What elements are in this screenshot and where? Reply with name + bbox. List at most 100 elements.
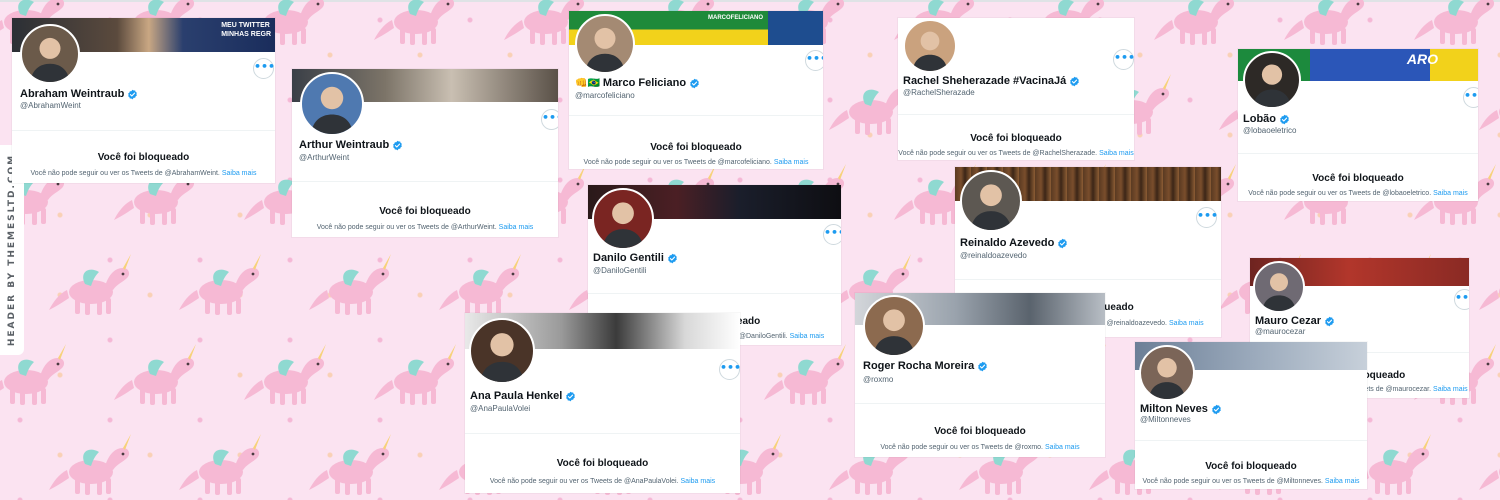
- profile-name: Danilo Gentili: [593, 252, 678, 264]
- profile-name-text: Milton Neves: [1140, 403, 1208, 415]
- profile-name: Rachel Sheherazade #VacinaJá: [903, 75, 1080, 87]
- profile-name: Lobão: [1243, 113, 1290, 125]
- profile-name-text: Rachel Sheherazade #VacinaJá: [903, 75, 1067, 87]
- more-options-button[interactable]: •••: [805, 50, 823, 71]
- profile-handle: @DaniloGentili: [593, 266, 647, 275]
- learn-more-link[interactable]: Saiba mais: [681, 478, 716, 485]
- verified-badge-icon: [689, 78, 700, 89]
- learn-more-link[interactable]: Saiba mais: [774, 159, 809, 166]
- blocked-title: Você foi bloqueado: [934, 426, 1026, 437]
- unicorn-icon: [760, 340, 852, 410]
- learn-more-link[interactable]: Saiba mais: [499, 224, 534, 231]
- blocked-title: Você foi bloqueado: [556, 458, 649, 469]
- unicorn-icon: [1410, 0, 1500, 50]
- profile-handle: @reinaldoazevedo: [960, 251, 1027, 260]
- banner-caption: MARCOFELICIANO: [708, 15, 763, 21]
- more-options-button[interactable]: •••: [719, 359, 740, 380]
- unicorn-icon: [1150, 0, 1242, 50]
- more-options-button[interactable]: •••: [1196, 207, 1218, 228]
- verified-badge-icon: [565, 391, 576, 402]
- blocked-message: Você não pode seguir ou ver os Tweets de…: [292, 224, 558, 231]
- divider: [1238, 153, 1478, 154]
- blocked-message-text: Você não pode seguir ou ver os Tweets de…: [489, 478, 679, 485]
- unicorn-icon: [435, 250, 527, 320]
- profile-name: Mauro Cezar: [1255, 315, 1335, 327]
- unicorn-icon: [1475, 250, 1500, 320]
- profile-name-text: Mauro Cezar: [1255, 315, 1322, 327]
- avatar[interactable]: [592, 188, 654, 250]
- blocked-message-text: Você não pode seguir ou ver os Tweets de…: [1142, 478, 1323, 485]
- divider: [855, 403, 1105, 404]
- unicorn-icon: [1280, 0, 1372, 50]
- profile-handle: @roxmo: [863, 375, 894, 384]
- learn-more-link[interactable]: Saiba mais: [1325, 478, 1360, 485]
- blocked-message: Você não pode seguir ou ver os Tweets de…: [898, 150, 1134, 157]
- more-options-button[interactable]: •••: [253, 58, 275, 79]
- blocked-title: Você foi bloqueado: [970, 133, 1062, 144]
- banner-portrait: [768, 11, 823, 45]
- blocked-message-text: Você não pode seguir ou ver os Tweets de…: [898, 150, 1098, 157]
- profile-handle: @marcofeliciano: [575, 91, 635, 100]
- profile-name: Abraham Weintraub: [20, 88, 138, 100]
- profile-card-ana: ••• Ana Paula Henkel @AnaPaulaVolei Você…: [465, 313, 740, 493]
- avatar[interactable]: [575, 14, 635, 74]
- avatar[interactable]: [469, 318, 535, 384]
- profile-name-text: Abraham Weintraub: [20, 88, 125, 100]
- unicorn-icon: [240, 340, 332, 410]
- divider: [292, 181, 558, 182]
- learn-more-link[interactable]: Saiba mais: [790, 333, 825, 340]
- blocked-title: Você foi bloqueado: [1312, 173, 1404, 184]
- verified-badge-icon: [977, 361, 988, 372]
- unicorn-icon: [45, 250, 137, 320]
- profile-handle: @maurocezar: [1255, 327, 1306, 336]
- avatar[interactable]: [863, 295, 925, 357]
- blocked-message: Você não pode seguir ou ver os Tweets de…: [465, 478, 740, 485]
- divider: [1135, 440, 1367, 441]
- profile-name: 👊🇧🇷 Marco Feliciano: [575, 77, 700, 89]
- more-options-button[interactable]: •••: [1454, 289, 1469, 310]
- profile-name: Arthur Weintraub: [299, 139, 403, 151]
- learn-more-link[interactable]: Saiba mais: [222, 170, 257, 177]
- avatar[interactable]: [1139, 345, 1195, 401]
- learn-more-link[interactable]: Saiba mais: [1169, 320, 1204, 327]
- avatar[interactable]: [960, 170, 1022, 232]
- more-options-button[interactable]: •••: [1463, 87, 1478, 108]
- divider: [898, 114, 1134, 115]
- avatar[interactable]: [903, 19, 957, 73]
- more-options-button[interactable]: •••: [541, 109, 558, 130]
- banner-caption: ARO: [1406, 51, 1438, 67]
- verified-badge-icon: [1279, 114, 1290, 125]
- profile-name-text: Reinaldo Azevedo: [960, 237, 1055, 249]
- learn-more-link[interactable]: Saiba mais: [1099, 150, 1134, 157]
- verified-badge-icon: [1069, 76, 1080, 87]
- profile-name-text: Lobão: [1243, 113, 1276, 125]
- unicorn-icon: [370, 0, 462, 50]
- profile-handle: @lobaoeletrico: [1243, 126, 1297, 135]
- verified-badge-icon: [1324, 316, 1335, 327]
- more-options-button[interactable]: •••: [823, 224, 841, 245]
- profile-handle: @Miltonneves: [1140, 415, 1191, 424]
- avatar[interactable]: [300, 72, 364, 136]
- divider: [465, 433, 740, 434]
- profile-name: Milton Neves: [1140, 403, 1222, 415]
- profile-handle: @AbrahamWeint: [20, 101, 81, 110]
- unicorn-icon: [175, 250, 267, 320]
- more-options-button[interactable]: •••: [1113, 49, 1134, 70]
- divider: [569, 115, 823, 116]
- blocked-title: Você foi bloqueado: [97, 152, 190, 163]
- avatar[interactable]: [1253, 261, 1305, 313]
- blocked-message-text: Você não pode seguir ou ver os Tweets de…: [880, 444, 1044, 451]
- blocked-message-text: Você não pode seguir ou ver os Tweets de…: [316, 224, 497, 231]
- learn-more-link[interactable]: Saiba mais: [1433, 190, 1468, 197]
- profile-card-abraham: MEU TWITTER MINHAS REGR ••• Abraham Wein…: [12, 18, 275, 183]
- blocked-title: Você foi bloqueado: [379, 206, 471, 217]
- profile-name-text: Danilo Gentili: [593, 252, 664, 264]
- learn-more-link[interactable]: Saiba mais: [1045, 444, 1080, 451]
- learn-more-link[interactable]: Saiba mais: [1433, 386, 1468, 393]
- avatar[interactable]: [1243, 51, 1301, 109]
- unicorn-icon: [45, 430, 137, 500]
- unicorn-icon: [110, 340, 202, 410]
- avatar[interactable]: [20, 24, 80, 84]
- profile-card-milton: Milton Neves @Miltonneves Você foi bloqu…: [1135, 342, 1367, 489]
- profile-name-text: Arthur Weintraub: [299, 139, 390, 151]
